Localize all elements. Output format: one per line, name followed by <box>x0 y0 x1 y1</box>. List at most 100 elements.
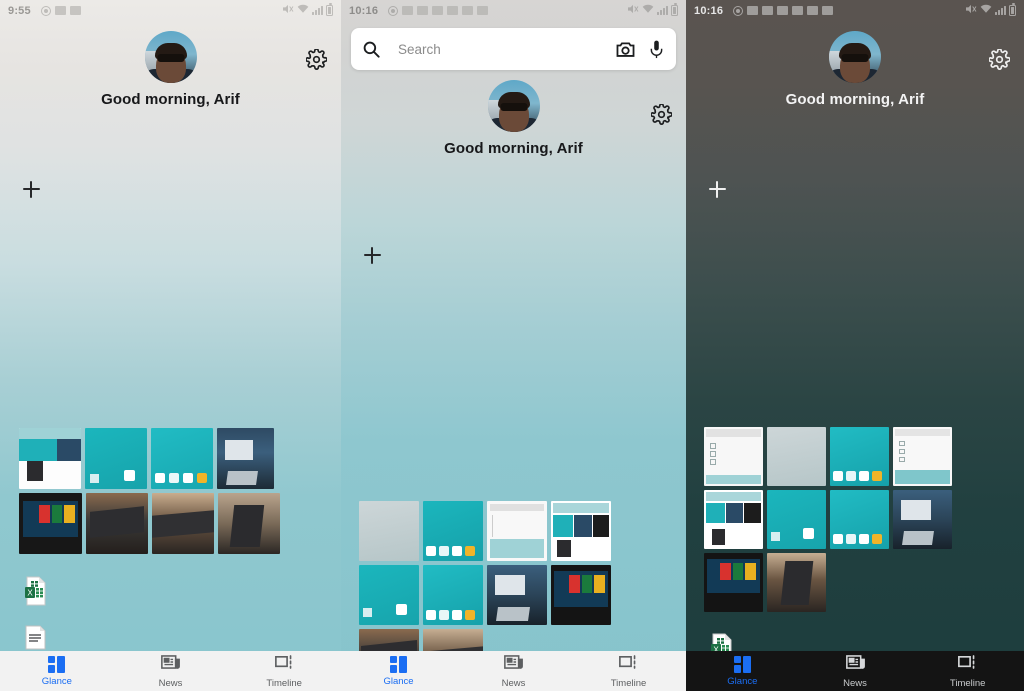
gear-icon[interactable] <box>305 48 328 75</box>
search-icon[interactable] <box>363 41 380 58</box>
news-icon <box>161 654 180 675</box>
battery-icon <box>1009 3 1016 16</box>
gear-icon[interactable] <box>650 103 673 130</box>
thumbnail[interactable] <box>767 427 826 486</box>
gear-icon[interactable] <box>988 48 1011 75</box>
thumbnail[interactable] <box>487 565 547 625</box>
phone-panel-light: 9:55 Good morning, Arif X Glance News Ti… <box>0 0 341 691</box>
battery-icon <box>326 3 333 16</box>
timeline-icon <box>958 654 977 675</box>
thumbnail[interactable] <box>830 427 889 486</box>
app-icon <box>402 6 414 15</box>
nav-item-timeline[interactable]: Timeline <box>571 654 686 689</box>
thumbnail[interactable] <box>767 553 826 612</box>
thumbnail[interactable] <box>423 565 483 625</box>
search-bar[interactable]: Search <box>351 28 676 70</box>
status-bar: 10:16 <box>341 0 686 21</box>
greeting-text: Good morning, Arif <box>785 91 925 108</box>
nav-item-news[interactable]: News <box>799 654 912 689</box>
app-icon <box>792 6 804 15</box>
image-icon <box>807 6 819 15</box>
thumbnail[interactable] <box>86 493 148 554</box>
thumbnail[interactable] <box>151 428 213 489</box>
greeting-text: Good morning, Arif <box>101 91 240 108</box>
thumbnail[interactable] <box>893 490 952 549</box>
nav-item-glance[interactable]: Glance <box>0 655 114 687</box>
thumbnail[interactable] <box>551 565 611 625</box>
status-clock: 9:55 <box>8 4 31 17</box>
avatar-glasses <box>841 53 869 62</box>
thumbnail[interactable] <box>359 565 419 625</box>
nav-item-glance[interactable]: Glance <box>341 655 456 687</box>
nav-label-timeline: Timeline <box>266 677 302 689</box>
mute-icon <box>282 4 294 17</box>
mute-icon <box>965 4 977 17</box>
glance-icon <box>48 655 66 673</box>
x-app-icon <box>477 6 489 15</box>
nav-label-timeline: Timeline <box>610 677 647 689</box>
x-app-icon <box>822 6 834 15</box>
avatar[interactable] <box>829 31 881 83</box>
x-app-icon <box>69 6 81 15</box>
nav-item-news[interactable]: News <box>114 654 228 689</box>
thumbnail[interactable] <box>767 490 826 549</box>
nav-item-timeline[interactable]: Timeline <box>911 654 1024 689</box>
app-icon <box>747 6 759 15</box>
bottom-navigation: Glance News Timeline <box>0 651 341 691</box>
phone-panel-light-search: 10:16 Search Good morning, Arif Glance N… <box>341 0 686 691</box>
news-icon <box>845 654 865 675</box>
nav-item-news[interactable]: News <box>456 654 571 689</box>
greeting-text: Good morning, Arif <box>444 140 583 157</box>
do-not-disturb-icon <box>40 5 51 16</box>
nav-item-timeline[interactable]: Timeline <box>227 654 341 689</box>
nav-label-glance: Glance <box>41 675 72 687</box>
nav-label-glance: Glance <box>383 675 414 687</box>
thumbnail[interactable] <box>423 501 483 561</box>
search-input[interactable]: Search <box>398 42 616 57</box>
thumbnail[interactable] <box>152 493 214 554</box>
status-right-icons <box>965 3 1016 17</box>
microphone-icon[interactable] <box>649 40 664 59</box>
svg-text:X: X <box>27 588 33 597</box>
thumbnail[interactable] <box>551 501 611 561</box>
profile-header: Good morning, Arif <box>686 31 1024 108</box>
app-icon <box>762 6 774 15</box>
nav-label-news: News <box>501 677 526 689</box>
news-icon <box>504 654 523 675</box>
avatar-glasses <box>157 53 184 62</box>
profile-header: Good morning, Arif <box>341 80 686 157</box>
nav-label-glance: Glance <box>727 675 758 687</box>
thumbnail[interactable] <box>893 427 952 486</box>
camera-icon[interactable] <box>616 41 635 58</box>
app-icon <box>417 6 429 15</box>
profile-header: Good morning, Arif <box>0 31 341 108</box>
thumbnail[interactable] <box>704 553 763 612</box>
avatar[interactable] <box>487 80 540 132</box>
thumbnail[interactable] <box>218 493 280 554</box>
nav-label-news: News <box>843 677 867 689</box>
plus-icon[interactable] <box>709 180 726 198</box>
plus-icon[interactable] <box>364 246 381 264</box>
nav-item-glance[interactable]: Glance <box>686 655 799 687</box>
signal-icon <box>995 6 1006 15</box>
do-not-disturb-icon <box>388 5 399 16</box>
thumbnail[interactable] <box>704 427 763 486</box>
thumbnail[interactable] <box>85 428 147 489</box>
thumbnail[interactable] <box>359 501 419 561</box>
status-right-icons <box>282 3 333 17</box>
thumbnail[interactable] <box>830 490 889 549</box>
avatar[interactable] <box>144 31 197 83</box>
mute-icon <box>627 4 639 17</box>
thumbnail[interactable] <box>487 501 547 561</box>
thumbnail[interactable] <box>704 490 763 549</box>
status-clock: 10:16 <box>694 4 724 17</box>
nav-label-timeline: Timeline <box>949 677 986 689</box>
plus-icon[interactable] <box>23 180 40 198</box>
image-icon <box>462 6 474 15</box>
wifi-icon <box>642 4 654 17</box>
nav-label-news: News <box>158 677 183 689</box>
thumbnail[interactable] <box>19 428 81 489</box>
bottom-navigation: Glance News Timeline <box>686 651 1024 691</box>
thumbnail[interactable] <box>217 428 274 489</box>
thumbnail[interactable] <box>19 493 82 554</box>
